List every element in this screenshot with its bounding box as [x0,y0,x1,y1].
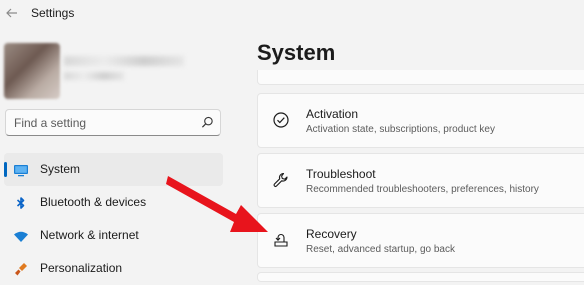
search-input[interactable] [14,110,194,135]
paintbrush-icon [15,263,27,276]
sidebar-item-system[interactable]: System [0,153,240,186]
wrench-icon [273,172,288,187]
card-description: Recommended troubleshooters, preferences… [306,184,539,195]
app-title: Settings [31,6,75,20]
page-title: System [257,40,336,65]
user-email-redacted [64,72,124,80]
settings-card-troubleshoot[interactable]: Troubleshoot Recommended troubleshooters… [257,153,584,208]
card-title: Troubleshoot [306,167,376,181]
settings-card-partial[interactable] [257,70,584,85]
sidebar-item-label: Bluetooth & devices [40,195,147,209]
search-box[interactable] [5,109,221,136]
bluetooth-icon [16,197,25,209]
user-name-redacted [64,56,184,66]
active-item-highlight [4,153,223,186]
card-title: Activation [306,107,359,121]
card-description: Activation state, subscriptions, product… [306,124,495,135]
settings-card-next[interactable] [257,272,584,282]
sidebar-item-bluetooth[interactable]: Bluetooth & devices [0,186,240,219]
card-description: Reset, advanced startup, go back [306,244,455,255]
sidebar-nav: System Bluetooth & devices Network & int… [0,153,240,285]
sidebar-item-label: System [40,162,81,176]
wifi-icon [14,231,28,242]
search-icon[interactable] [201,116,214,129]
title-bar: Settings [0,0,584,26]
sidebar-item-personalization[interactable]: Personalization [0,252,240,285]
monitor-icon [14,165,28,177]
sidebar-item-label: Network & internet [40,228,139,242]
settings-card-activation[interactable]: Activation Activation state, subscriptio… [257,93,584,148]
sidebar-item-label: Personalization [40,261,123,275]
back-arrow-icon[interactable] [4,5,20,21]
settings-card-recovery[interactable]: Recovery Reset, advanced startup, go bac… [257,213,584,268]
avatar[interactable] [4,43,60,99]
active-indicator [4,162,7,177]
recovery-icon [274,234,288,247]
check-circle-icon [273,112,289,128]
sidebar: System Bluetooth & devices Network & int… [0,26,240,277]
sidebar-item-network[interactable]: Network & internet [0,219,240,252]
card-title: Recovery [306,227,357,241]
